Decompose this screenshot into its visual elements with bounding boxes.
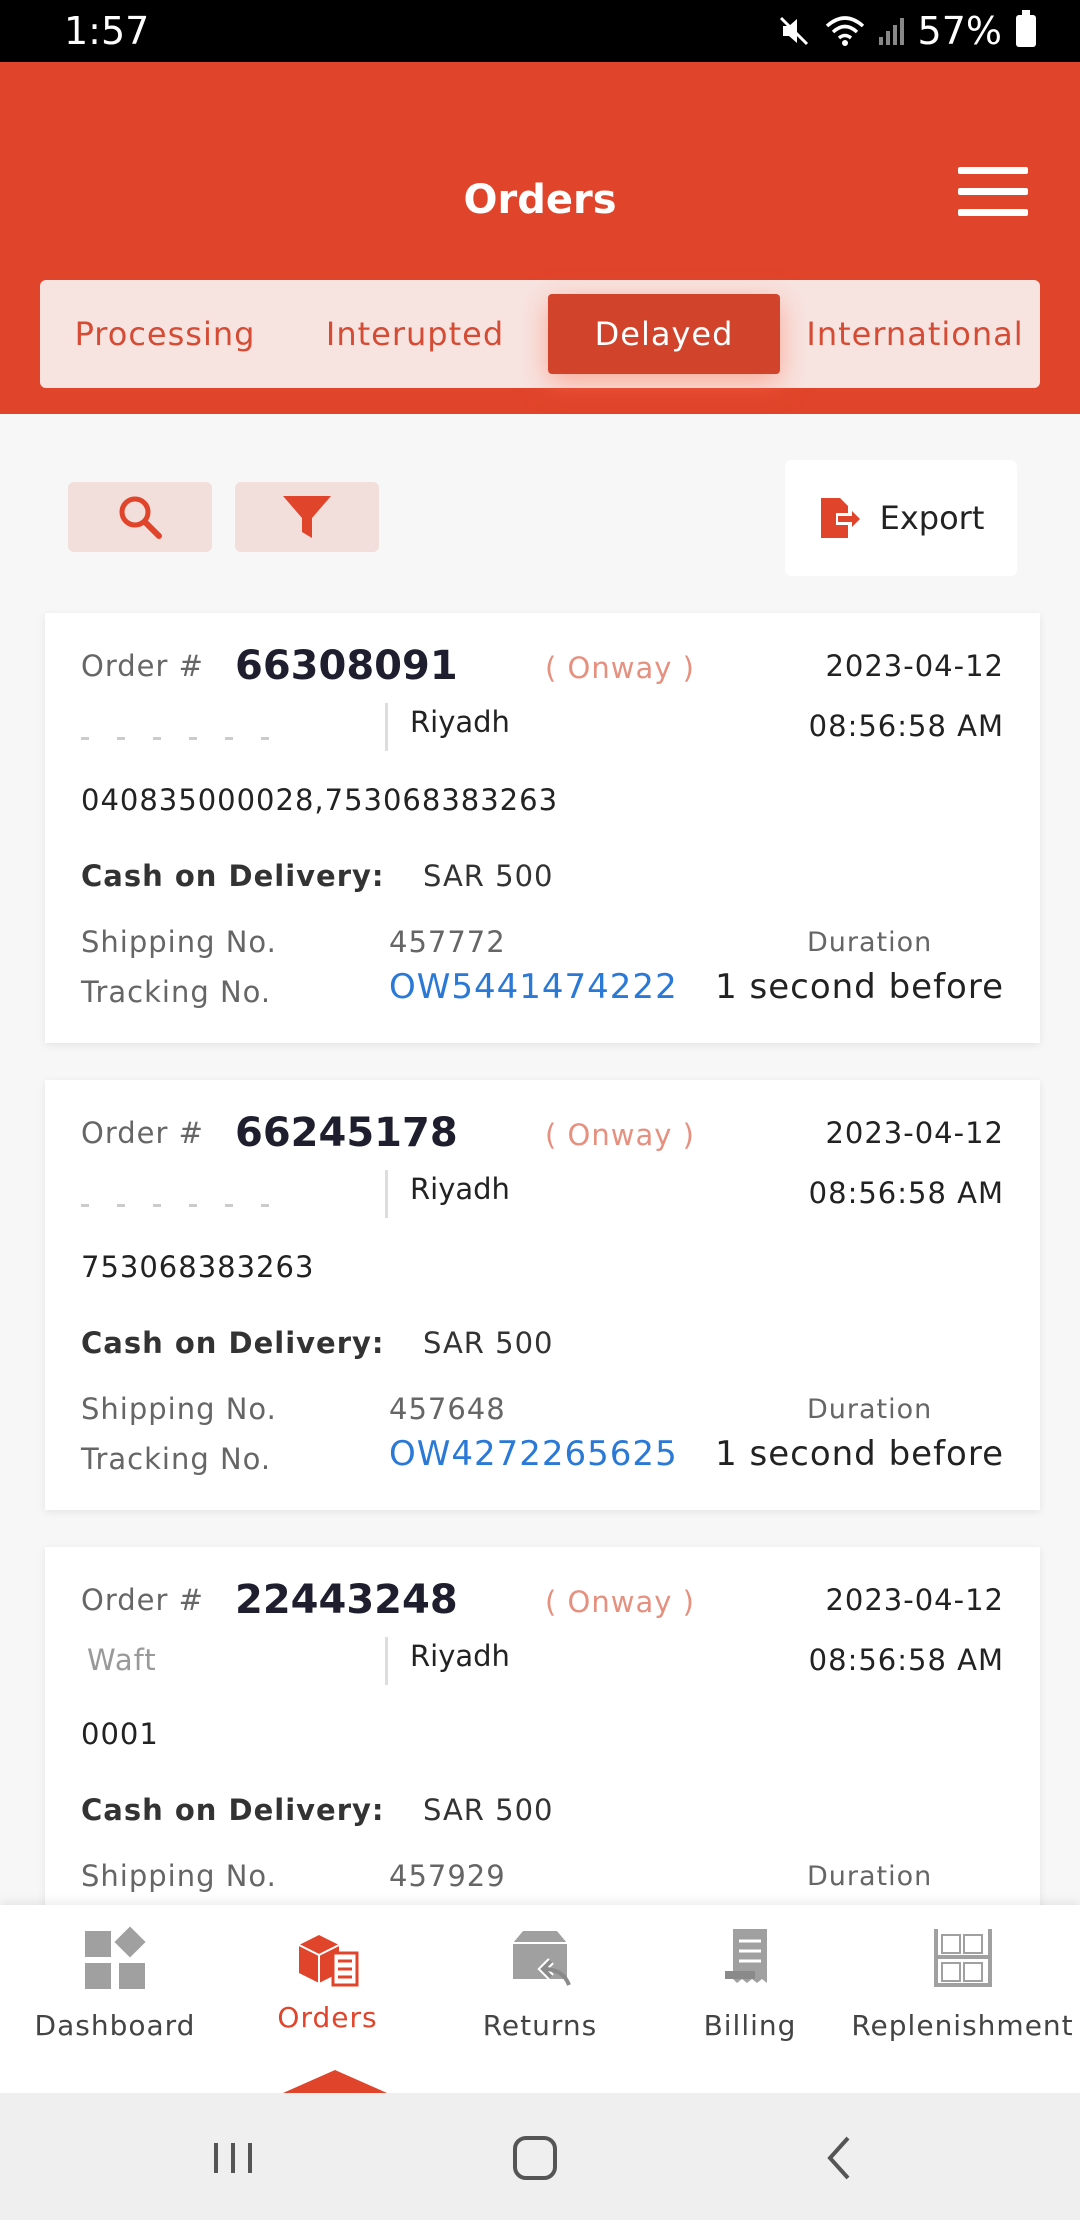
nav-billing[interactable]: Billing xyxy=(645,1905,855,2093)
order-time: 08:56:58 AM xyxy=(808,1643,1004,1677)
cod-value: SAR 500 xyxy=(423,1326,554,1360)
recents-icon[interactable] xyxy=(198,2123,268,2193)
order-number-label: Order # xyxy=(81,1583,204,1617)
shipping-label: Shipping No. xyxy=(81,925,277,959)
tracking-number-link[interactable]: OW5441474222 xyxy=(389,967,678,1007)
cod-value: SAR 500 xyxy=(423,859,554,893)
shipping-number: 457772 xyxy=(389,925,506,959)
tracking-label: Tracking No. xyxy=(81,975,272,1009)
page-title: Orders xyxy=(463,177,617,223)
system-navigation-bar xyxy=(0,2093,1080,2220)
order-barcodes: 0001 xyxy=(81,1717,159,1751)
orders-box-icon xyxy=(298,1935,358,1987)
shipping-label: Shipping No. xyxy=(81,1859,277,1893)
nav-orders-label: Orders xyxy=(277,2001,378,2034)
order-status: ( Onway ) xyxy=(545,1118,695,1152)
back-icon[interactable] xyxy=(804,2123,874,2193)
nav-replenishment-label: Replenishment xyxy=(851,2009,1074,2042)
nav-billing-label: Billing xyxy=(703,2009,797,2042)
store-name-faded xyxy=(81,1204,351,1218)
duration-label: Duration xyxy=(807,927,933,958)
wifi-icon xyxy=(825,16,864,46)
shipping-label: Shipping No. xyxy=(81,1392,277,1426)
hamburger-menu-icon[interactable] xyxy=(958,167,1030,217)
nav-orders[interactable]: Orders xyxy=(220,1905,435,2093)
export-button[interactable]: Export xyxy=(785,460,1017,576)
nav-dashboard[interactable]: Dashboard xyxy=(10,1905,220,2093)
warehouse-shelf-icon xyxy=(933,1929,992,1987)
active-tab-indicator xyxy=(283,2070,387,2093)
nav-returns[interactable]: Returns xyxy=(435,1905,645,2093)
tracking-label: Tracking No. xyxy=(81,1442,272,1476)
returns-box-icon xyxy=(513,1931,571,1986)
order-barcodes: 753068383263 xyxy=(81,1250,315,1284)
bottom-navigation: Dashboard Orders Returns Billing Repleni… xyxy=(0,1905,1080,2093)
duration-value: 1 second before xyxy=(715,1434,1004,1474)
shipping-number: 457648 xyxy=(389,1392,506,1426)
order-status: ( Onway ) xyxy=(545,1585,695,1619)
order-date: 2023-04-12 xyxy=(825,1583,1004,1617)
order-barcodes: 040835000028,753068383263 xyxy=(81,783,559,817)
order-city: Riyadh xyxy=(410,1172,510,1206)
duration-label: Duration xyxy=(807,1394,933,1425)
filter-button[interactable] xyxy=(235,482,379,552)
signal-icon xyxy=(878,17,904,45)
tab-international[interactable]: International xyxy=(790,294,1040,374)
export-label: Export xyxy=(879,499,985,537)
tracking-number-link[interactable]: OW4272265625 xyxy=(389,1434,678,1474)
cod-value: SAR 500 xyxy=(423,1793,554,1827)
order-number-label: Order # xyxy=(81,1116,204,1150)
order-number-label: Order # xyxy=(81,649,204,683)
cod-label: Cash on Delivery: xyxy=(81,859,385,893)
order-time: 08:56:58 AM xyxy=(808,709,1004,743)
store-name-faded xyxy=(81,737,351,751)
mute-icon xyxy=(779,16,808,46)
order-status-tabs: Processing Interupted Delayed Internatio… xyxy=(40,280,1040,388)
divider xyxy=(385,703,388,751)
order-number: 66308091 xyxy=(235,643,458,689)
billing-receipt-icon xyxy=(725,1929,767,1983)
nav-replenishment[interactable]: Replenishment xyxy=(851,1905,1073,2093)
search-button[interactable] xyxy=(68,482,212,552)
order-number: 22443248 xyxy=(235,1577,458,1623)
tab-interupted[interactable]: Interupted xyxy=(290,294,540,374)
duration-label: Duration xyxy=(807,1861,933,1892)
status-indicators: 57% xyxy=(777,9,1036,53)
order-time: 08:56:58 AM xyxy=(808,1176,1004,1210)
cod-label: Cash on Delivery: xyxy=(81,1326,385,1360)
order-card[interactable]: Order # 66308091 ( Onway ) 2023-04-12 Ri… xyxy=(45,613,1040,1043)
search-icon xyxy=(119,496,162,539)
order-city: Riyadh xyxy=(410,705,510,739)
dashboard-icon xyxy=(85,1926,146,1989)
battery-percentage: 57% xyxy=(917,9,1002,53)
store-name: Waft xyxy=(87,1643,157,1677)
shipping-number: 457929 xyxy=(389,1859,506,1893)
divider xyxy=(385,1637,388,1685)
status-bar: 1:57 57% xyxy=(0,0,1080,62)
filter-icon xyxy=(283,496,331,538)
status-time: 1:57 xyxy=(64,9,150,53)
order-date: 2023-04-12 xyxy=(825,649,1004,683)
home-icon[interactable] xyxy=(500,2123,570,2193)
export-file-icon xyxy=(820,498,860,538)
order-status: ( Onway ) xyxy=(545,651,695,685)
tab-delayed[interactable]: Delayed xyxy=(548,294,780,374)
cod-label: Cash on Delivery: xyxy=(81,1793,385,1827)
order-city: Riyadh xyxy=(410,1639,510,1673)
order-date: 2023-04-12 xyxy=(825,1116,1004,1150)
order-card[interactable]: Order # 66245178 ( Onway ) 2023-04-12 Ri… xyxy=(45,1080,1040,1510)
tab-processing[interactable]: Processing xyxy=(40,294,290,374)
divider xyxy=(385,1170,388,1218)
nav-returns-label: Returns xyxy=(482,2009,598,2042)
battery-icon xyxy=(1016,10,1036,47)
nav-dashboard-label: Dashboard xyxy=(34,2009,196,2042)
order-toolbar: Export xyxy=(0,414,1080,614)
duration-value: 1 second before xyxy=(715,967,1004,1007)
order-number: 66245178 xyxy=(235,1110,458,1156)
